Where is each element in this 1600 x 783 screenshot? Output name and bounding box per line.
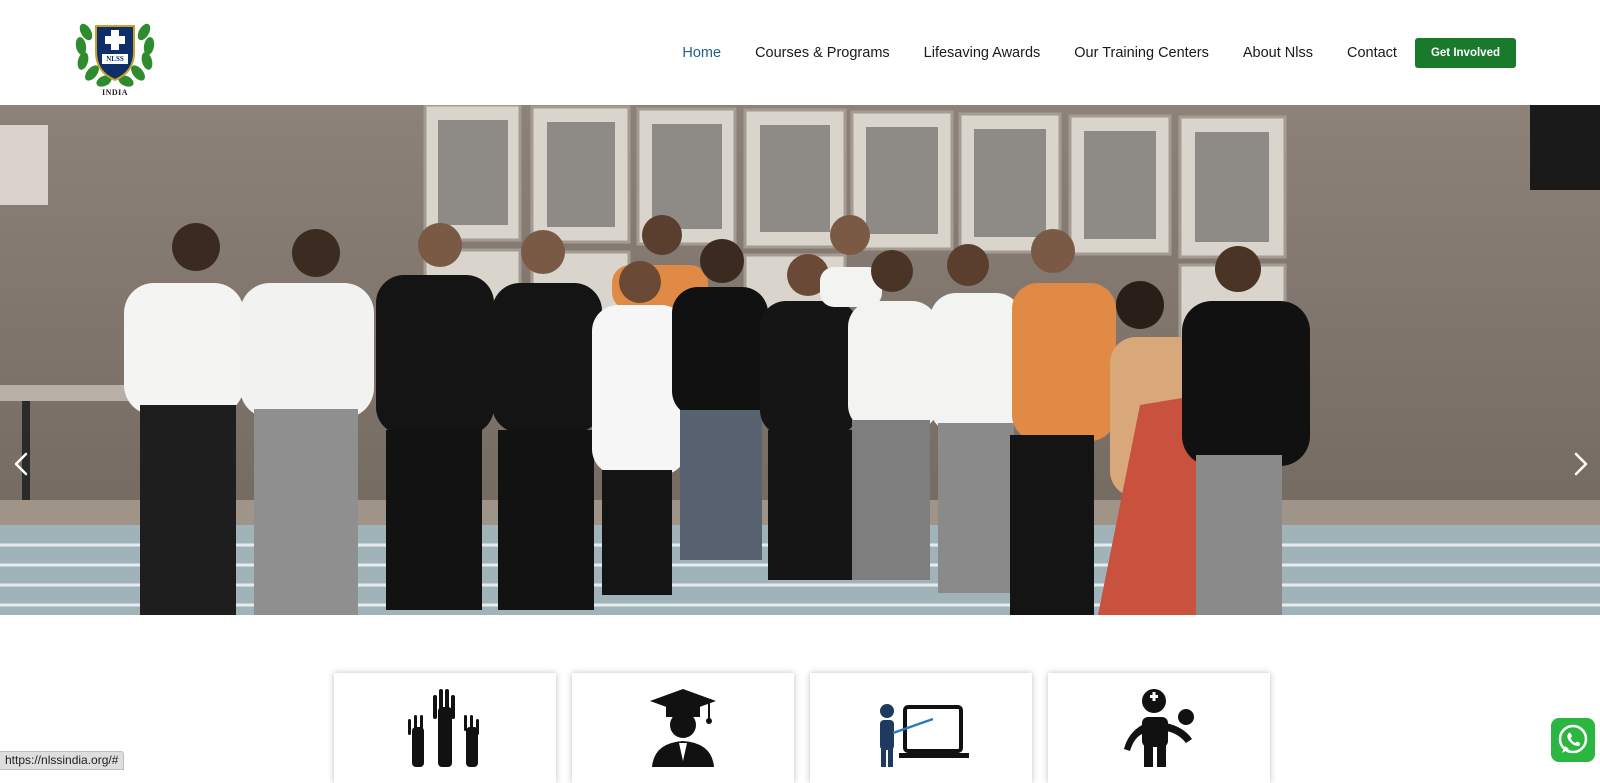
group-photo	[0, 105, 1600, 615]
logo-caption: INDIA	[101, 88, 129, 97]
nav-training-centers[interactable]: Our Training Centers	[1074, 45, 1209, 61]
nav-home[interactable]: Home	[682, 45, 721, 61]
slider-prev-button[interactable]	[10, 450, 34, 478]
lifeguard-rescue-icon	[1124, 689, 1194, 767]
nav-contact[interactable]: Contact	[1347, 45, 1397, 61]
site-header: NLSS INDIA Home Courses & Programs Lifes…	[0, 0, 1600, 105]
logo-shield-text: NLSS	[106, 55, 124, 63]
trainer-presentation-icon	[880, 704, 969, 767]
feature-cards	[334, 673, 1286, 783]
whatsapp-icon	[1558, 724, 1588, 754]
chevron-right-icon	[1574, 452, 1588, 476]
chevron-left-icon	[14, 452, 28, 476]
slider-next-button[interactable]	[1568, 450, 1592, 478]
feature-card-training[interactable]	[810, 673, 1032, 783]
status-bar-url: https://nlssindia.org/#	[0, 751, 125, 770]
get-involved-button[interactable]: Get Involved	[1414, 37, 1516, 68]
nlss-logo[interactable]: NLSS INDIA	[72, 10, 158, 98]
graduate-icon	[650, 689, 716, 767]
feature-card-lifesaving[interactable]	[1048, 673, 1270, 783]
feature-card-volunteer[interactable]	[334, 673, 556, 783]
whatsapp-button[interactable]	[1551, 718, 1595, 762]
main-nav: Home Courses & Programs Lifesaving Award…	[648, 0, 1516, 105]
hero-slider	[0, 105, 1600, 615]
nav-lifesaving-awards[interactable]: Lifesaving Awards	[924, 45, 1041, 61]
nav-about[interactable]: About Nlss	[1243, 45, 1313, 61]
feature-card-courses[interactable]	[572, 673, 794, 783]
nav-courses-programs[interactable]: Courses & Programs	[755, 45, 890, 61]
raised-hands-icon	[408, 689, 479, 767]
